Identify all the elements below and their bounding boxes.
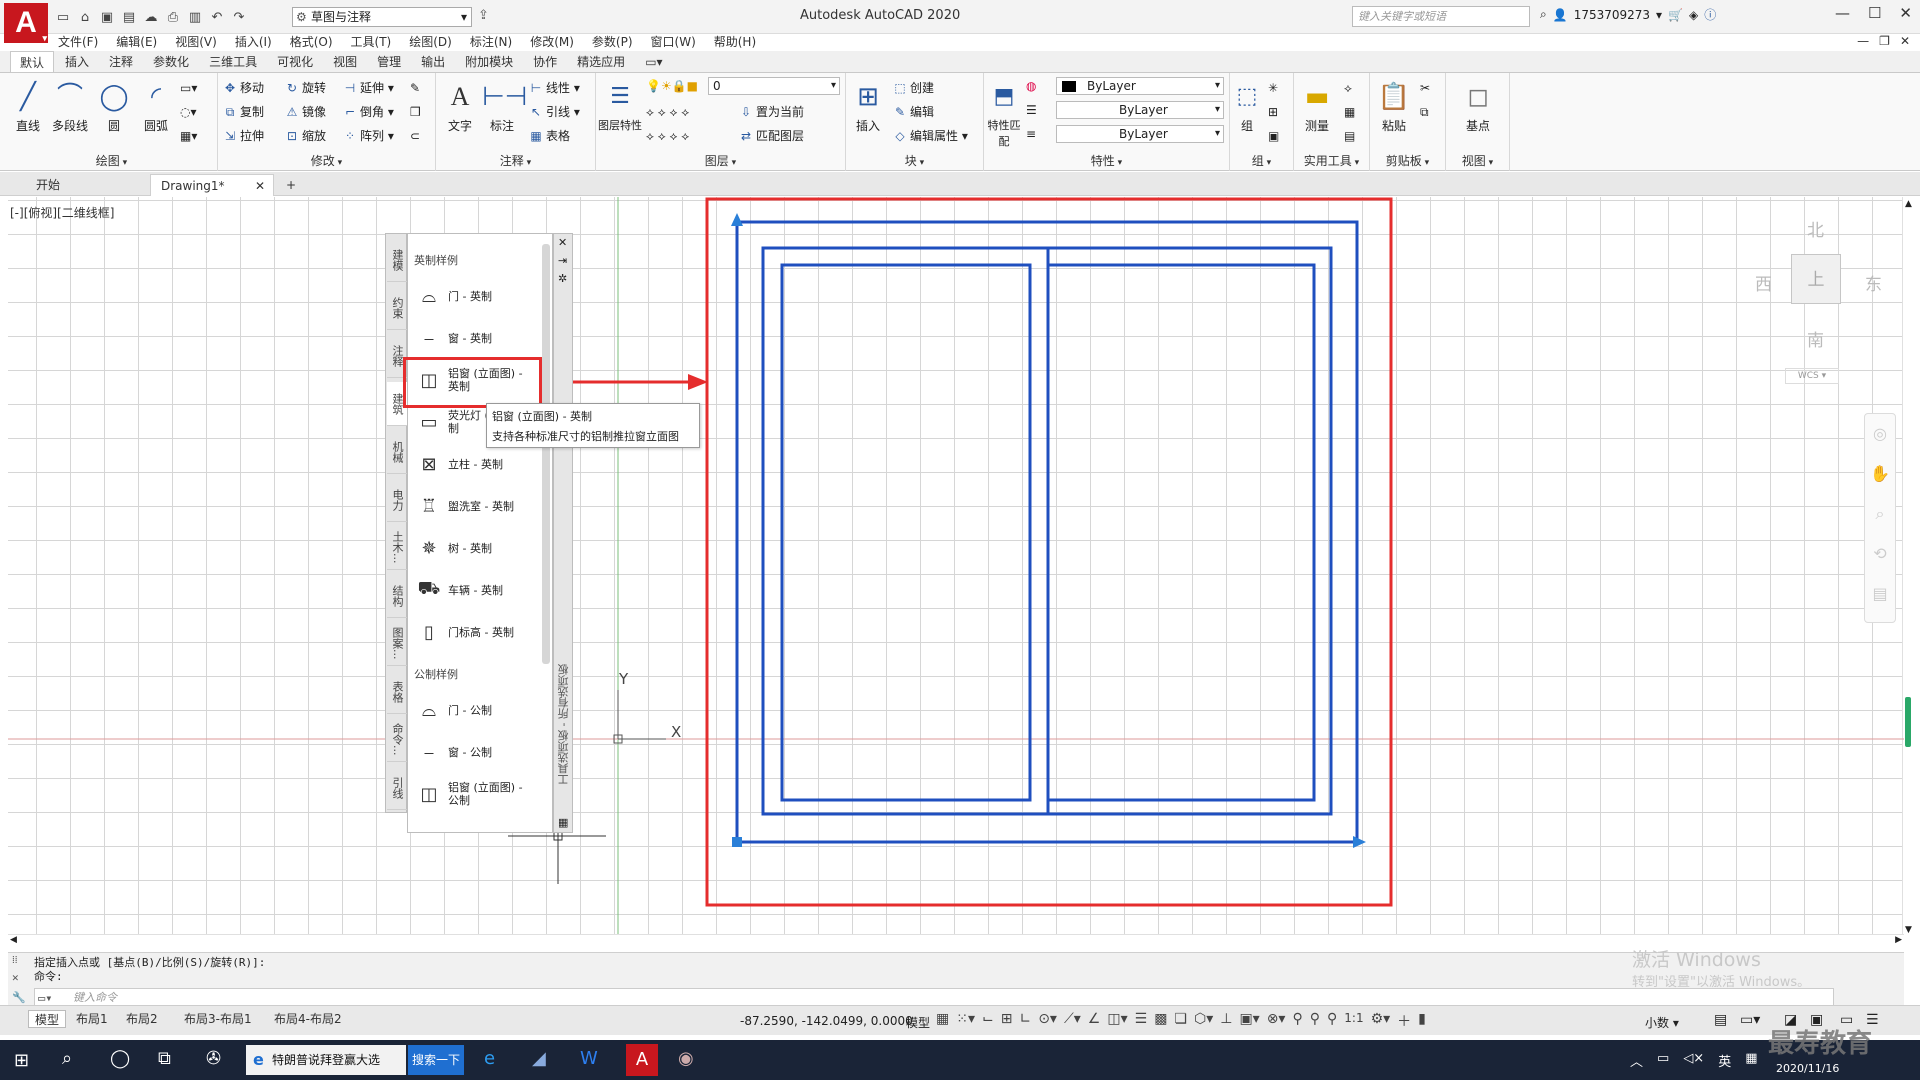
application-menu-button[interactable]: A [4,3,48,43]
vehicle-icon: ⛟ [417,578,441,599]
tooltip-description: 支持各种标准尺寸的铝制推拉窗立面图 [492,430,679,443]
palette-tab-civil[interactable]: 土木... [387,526,407,570]
ucs-icon: Y X [613,670,681,744]
brand-watermark: 最寿教育 [1768,1029,1873,1059]
autohide-icon[interactable]: ⇥ [558,254,567,267]
palette-item-door-imperial[interactable]: ⌓ 门 - 英制 [416,278,546,314]
close-icon[interactable]: ✕ [558,236,567,249]
palette-tab-mechanical[interactable]: 机械 [387,430,407,474]
fluorescent-light-icon: ▭ [420,411,438,433]
door-icon: ⌓ [421,285,437,307]
aluminum-window-icon: ◫ [420,783,438,805]
viewport-controls[interactable]: [-][俯视][二维线框] [10,204,114,221]
tooltip-title: 铝窗 (立面图) - 英制 [492,410,593,423]
palette-side-bar: ✕ ⇥ ✲ 工具选项板 - 所有选项板 ▦ [553,233,573,833]
door-elevation-icon: ▯ [424,621,434,643]
palette-selection-highlight [403,357,542,408]
palette-item-tree-imperial[interactable]: ✵ 树 - 英制 [416,530,546,566]
palette-content: 英制样例 ⌓ 门 - 英制 ⎯ 窗 - 英制 ◫ 铝窗 (立面图) - 英制 ▭ 荧光灯… [407,233,553,833]
window-icon: ⎯ [424,741,434,763]
tool-palette: 建模 约束 注释 建筑 机械 电力 土木... 结构 图案... 表格 命令..… [385,233,573,833]
palette-item-aluminum-window-metric[interactable]: ◫ 铝窗 (立面图) - 公制 [416,776,546,812]
tooltip: 铝窗 (立面图) - 英制 支持各种标准尺寸的铝制推拉窗立面图 [486,403,700,448]
ucs-x-label: X [671,723,681,741]
palette-title[interactable]: 工具选项板 - 所有选项板 [556,664,572,785]
properties-icon[interactable]: ✲ [558,272,567,285]
palette-tab-constraints[interactable]: 约束 [387,286,407,330]
palette-tab-electrical[interactable]: 电力 [387,478,407,522]
palette-tab-hatch[interactable]: 图案... [387,622,407,666]
palette-tab-tables[interactable]: 表格 [387,670,407,714]
palette-item-door-metric[interactable]: ⌓ 门 - 公制 [416,692,546,728]
palette-tab-structural[interactable]: 结构 [387,574,407,618]
section-imperial-samples: 英制样例 [414,254,458,267]
palette-tab-command[interactable]: 命令... [387,718,407,762]
palette-item-window-imperial[interactable]: ⎯ 窗 - 英制 [416,320,546,356]
palette-item-window-metric[interactable]: ⎯ 窗 - 公制 [416,734,546,770]
door-icon: ⌓ [421,699,437,721]
column-icon: ⊠ [421,453,437,475]
palette-item-column-imperial[interactable]: ⊠ 立柱 - 英制 [416,446,546,482]
drawing-geometry: Y X [8,197,1904,934]
red-pointer-arrow [566,374,708,390]
palette-item-door-elevation-imperial[interactable]: ▯ 门标高 - 英制 [416,614,546,650]
palette-tab-leaders[interactable]: 引线 [387,766,407,810]
ucs-y-label: Y [618,670,629,688]
section-metric-samples: 公制样例 [414,668,458,681]
aluminum-window-block [735,220,1359,844]
window-icon: ⎯ [424,327,434,349]
palette-item-toilet-imperial[interactable]: ♖ 盥洗室 - 英制 [416,488,546,524]
tree-icon: ✵ [421,537,437,559]
toilet-icon: ♖ [420,495,438,517]
palette-tab-modeling[interactable]: 建模 [387,238,407,282]
palette-scrollbar[interactable] [542,244,550,664]
palette-tabs: 建模 约束 注释 建筑 机械 电力 土木... 结构 图案... 表格 命令..… [385,233,407,813]
palette-item-vehicle-imperial[interactable]: ⛟ 车辆 - 英制 [416,572,546,608]
palette-menu-icon[interactable]: ▦ [558,816,568,829]
